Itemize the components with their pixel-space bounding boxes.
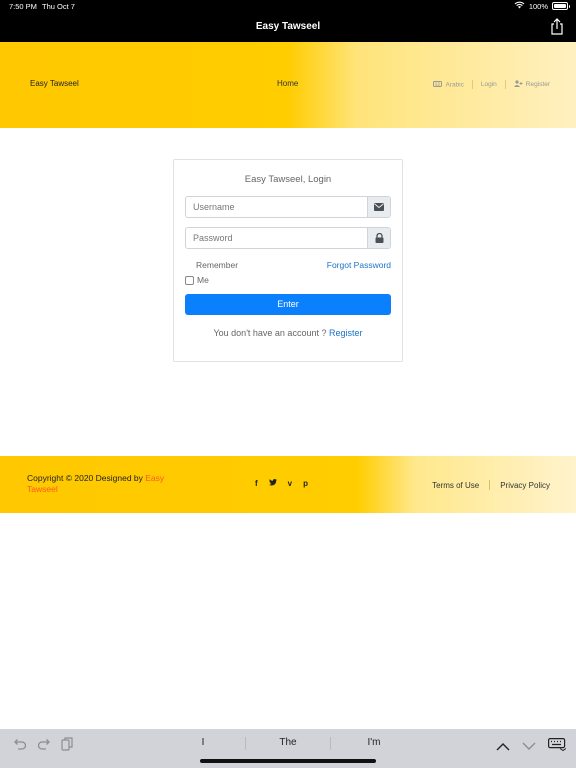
brand-link[interactable]: Easy Tawseel	[30, 79, 79, 88]
login-title: Easy Tawseel, Login	[244, 174, 332, 185]
terms-link[interactable]: Terms of Use	[432, 481, 479, 490]
chevron-up-icon[interactable]	[496, 736, 510, 755]
keyboard-nav-tools	[496, 736, 567, 755]
password-input[interactable]	[186, 228, 367, 248]
battery-percent: 100%	[528, 1, 548, 11]
remember-me-row: Me	[185, 275, 209, 285]
suggestion-2[interactable]: The	[248, 737, 328, 748]
wifi-icon	[514, 1, 525, 11]
home-indicator	[200, 759, 376, 763]
nav-divider	[471, 80, 473, 89]
no-account-text: You don't have an account ? Register	[174, 328, 402, 338]
register-nav-label: Register	[525, 81, 550, 89]
battery-fill	[554, 4, 566, 8]
undo-icon[interactable]	[13, 736, 27, 755]
login-card: Easy Tawseel, Login Remember Forgot Pass…	[173, 159, 403, 362]
footer-divider	[489, 480, 491, 490]
copyright-text: Copyright © 2020 Designed by	[27, 473, 143, 483]
site-footer: Copyright © 2020 Designed by Easy Tawsee…	[0, 456, 576, 513]
status-date: Thu Oct 7	[42, 2, 75, 11]
battery-icon	[552, 2, 570, 10]
redo-icon[interactable]	[37, 736, 51, 755]
suggestion-divider	[330, 737, 331, 750]
password-field	[185, 227, 391, 249]
remember-me-label: Me	[197, 275, 209, 285]
paste-icon[interactable]	[61, 736, 73, 755]
language-icon	[433, 80, 443, 89]
remember-label: Remember	[196, 260, 239, 270]
lock-icon	[367, 228, 390, 248]
remember-checkbox[interactable]	[185, 275, 194, 285]
share-icon[interactable]	[550, 18, 566, 36]
register-link[interactable]: Register	[329, 328, 363, 338]
keyboard-icon[interactable]	[548, 736, 567, 755]
suggestion-1[interactable]: I	[163, 737, 243, 748]
nav-divider	[504, 80, 506, 89]
twitter-icon[interactable]	[268, 479, 277, 488]
no-account-label: You don't have an account ?	[213, 328, 327, 338]
facebook-icon[interactable]: f	[255, 479, 258, 488]
vimeo-icon[interactable]: v	[288, 479, 292, 488]
user-plus-icon	[513, 80, 523, 89]
status-bar: 7:50 PM Thu Oct 7 100% Easy Tawseel	[0, 0, 576, 42]
language-label: Arabic	[445, 81, 464, 89]
enter-button[interactable]: Enter	[185, 294, 391, 315]
pinterest-icon[interactable]: p	[303, 479, 308, 488]
username-field	[185, 196, 391, 218]
app-title: Easy Tawseel	[255, 21, 321, 32]
suggestion-divider	[245, 737, 246, 750]
forgot-password-link[interactable]: Forgot Password	[327, 260, 391, 270]
copyright: Copyright © 2020 Designed by Easy Tawsee…	[27, 473, 197, 495]
language-link[interactable]: Arabic	[433, 80, 464, 89]
footer-links: Terms of Use Privacy Policy	[432, 480, 550, 490]
envelope-icon	[367, 197, 390, 217]
username-input[interactable]	[186, 197, 367, 217]
register-nav-link[interactable]: Register	[513, 80, 550, 89]
privacy-link[interactable]: Privacy Policy	[500, 481, 550, 490]
chevron-down-icon[interactable]	[522, 736, 536, 755]
social-links: f v p	[255, 479, 308, 488]
suggestion-3[interactable]: I'm	[334, 737, 414, 748]
status-time: 7:50 PM	[9, 2, 37, 11]
header-nav-right: Arabic Login Register	[433, 80, 550, 89]
login-link[interactable]: Login	[481, 81, 497, 88]
status-indicators: 100%	[514, 1, 570, 11]
keyboard-edit-tools	[13, 736, 73, 755]
site-header: Easy Tawseel Home Arabic Login Register	[0, 42, 576, 128]
nav-home-link[interactable]: Home	[277, 79, 298, 88]
